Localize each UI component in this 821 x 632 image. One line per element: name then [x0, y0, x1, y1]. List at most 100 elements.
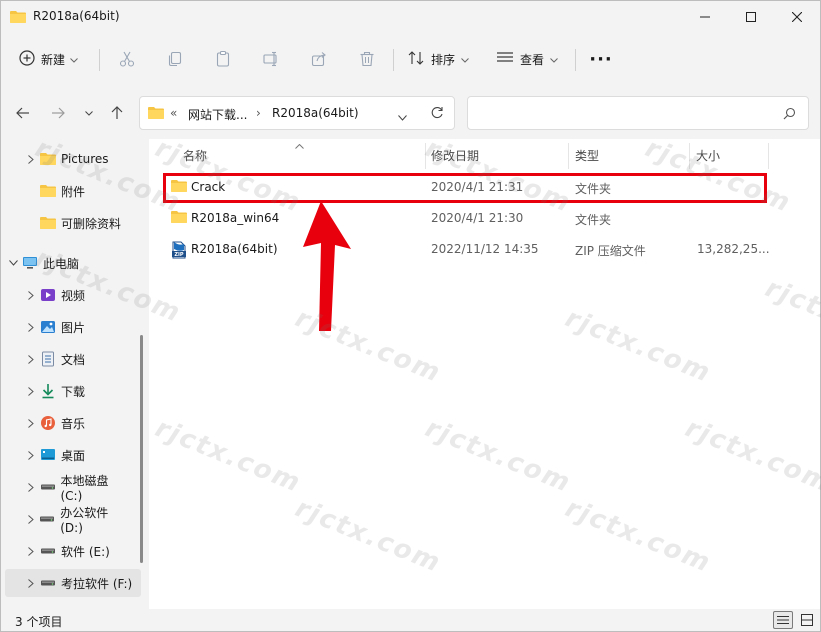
column-separator[interactable]	[425, 143, 426, 169]
nav-item-label: 视频	[61, 288, 86, 303]
download-icon	[39, 382, 57, 400]
nav-item-label: 此电脑	[43, 256, 80, 271]
breadcrumb-item[interactable]: R2018a(64bit)	[272, 106, 359, 120]
title-bar: R2018a(64bit)	[1, 1, 820, 33]
column-separator[interactable]	[768, 143, 769, 169]
breadcrumb-overflow[interactable]: «	[170, 106, 177, 120]
folder-icon	[39, 182, 57, 200]
delete-icon[interactable]	[357, 49, 377, 69]
share-icon[interactable]	[309, 49, 329, 69]
svg-text:ZIP: ZIP	[174, 252, 183, 258]
chevron-right-icon[interactable]	[23, 546, 39, 556]
chevron-down-icon	[70, 52, 78, 66]
maximize-button[interactable]	[728, 1, 774, 33]
nav-item[interactable]: 软件 (E:)	[5, 537, 133, 565]
recent-locations-button[interactable]	[77, 101, 101, 125]
navigation-scrollbar[interactable]	[140, 335, 143, 563]
plus-circle-icon	[19, 49, 35, 69]
tiles-view-button[interactable]	[797, 611, 817, 629]
file-list: 名称 修改日期 类型 大小 Crack 2020/4/1 21:31 文件夹 R201…	[149, 139, 820, 609]
chevron-right-icon[interactable]	[23, 386, 39, 396]
minimize-button[interactable]	[682, 1, 728, 33]
arrow-annotation	[303, 201, 351, 331]
file-row[interactable]: R2018a_win64 2020/4/1 21:30 文件夹	[163, 204, 769, 234]
column-header-size[interactable]: 大小	[696, 139, 720, 171]
drive-icon	[39, 478, 57, 496]
new-button-label: 新建	[41, 52, 66, 67]
toolbar-separator	[99, 49, 100, 71]
breadcrumb-item[interactable]: 网站下载...	[188, 106, 247, 123]
toolbar-separator	[575, 49, 576, 71]
chevron-right-icon[interactable]	[23, 154, 39, 164]
explorer-window: R2018a(64bit) 新建 排序 查看 ··· « 网站下载... › R…	[0, 0, 821, 632]
file-row[interactable]: ZIP R2018a(64bit) 2022/11/12 14:35 ZIP 压缩文件…	[163, 235, 770, 265]
nav-item[interactable]: 本地磁盘 (C:)	[5, 473, 133, 503]
nav-item[interactable]: 下载	[5, 377, 133, 405]
paste-icon[interactable]	[213, 49, 233, 69]
chevron-right-icon[interactable]	[23, 418, 39, 428]
sort-button-label: 排序	[431, 52, 456, 67]
chevron-right-icon[interactable]	[23, 290, 39, 300]
refresh-icon[interactable]	[430, 106, 444, 123]
column-separator[interactable]	[568, 143, 569, 169]
document-icon	[39, 350, 57, 368]
navigation-pane: Pictures 附件可删除资料此电脑视频图片文档下载音乐桌面本地磁盘 (C:) 办…	[1, 139, 149, 609]
nav-item[interactable]: 附件	[5, 177, 133, 205]
nav-item[interactable]: Pictures	[5, 145, 133, 173]
chevron-down-icon	[550, 52, 558, 66]
music-icon	[39, 414, 57, 432]
copy-icon[interactable]	[165, 49, 185, 69]
chevron-down-icon[interactable]	[5, 260, 21, 266]
rename-icon[interactable]	[261, 49, 281, 69]
chevron-right-icon[interactable]	[23, 354, 39, 364]
search-box[interactable]	[467, 96, 809, 130]
details-view-button[interactable]	[773, 611, 793, 629]
chevron-right-icon[interactable]	[23, 482, 39, 492]
nav-item-label: 文档	[61, 352, 86, 367]
file-name: R2018a(64bit)	[191, 242, 278, 256]
desktop-icon	[39, 446, 57, 464]
column-separator[interactable]	[689, 143, 690, 169]
cut-icon[interactable]	[117, 49, 137, 69]
window-title: R2018a(64bit)	[33, 9, 120, 23]
up-button[interactable]	[105, 101, 129, 125]
chevron-down-icon[interactable]	[398, 110, 407, 124]
back-button[interactable]	[11, 101, 35, 125]
chevron-right-icon[interactable]	[23, 322, 39, 332]
forward-button[interactable]	[46, 101, 70, 125]
close-button[interactable]	[774, 1, 820, 33]
sort-icon	[407, 50, 425, 69]
folder-icon	[39, 150, 57, 168]
column-header-name[interactable]: 名称	[183, 139, 207, 171]
nav-item[interactable]: 视频	[5, 281, 133, 309]
nav-item[interactable]: 文档	[5, 345, 133, 373]
chevron-right-icon[interactable]	[23, 450, 39, 460]
file-size: 13,282,25...	[697, 242, 770, 256]
more-options-button[interactable]: ···	[587, 49, 615, 70]
file-type: 文件夹	[575, 213, 612, 227]
nav-item-label: 桌面	[61, 448, 86, 463]
nav-item[interactable]: 此电脑	[5, 249, 133, 277]
highlight-box	[163, 173, 767, 203]
address-bar[interactable]: « 网站下载... › R2018a(64bit)	[139, 96, 455, 130]
chevron-right-icon[interactable]	[23, 514, 39, 524]
drive-icon	[39, 574, 57, 592]
nav-item[interactable]: 办公软件 (D:)	[5, 505, 133, 535]
nav-item[interactable]: 图片	[5, 313, 133, 341]
view-button-label: 查看	[520, 52, 545, 67]
nav-item-label: 图片	[61, 320, 86, 335]
file-modified: 2022/11/12 14:35	[431, 242, 539, 256]
view-button[interactable]: 查看	[496, 45, 558, 73]
nav-item[interactable]: 考拉软件 (F:)	[5, 569, 141, 597]
new-button[interactable]: 新建	[19, 45, 78, 73]
nav-item[interactable]: 可删除资料	[5, 209, 133, 237]
column-header-type[interactable]: 类型	[575, 139, 599, 171]
chevron-right-icon[interactable]	[23, 578, 39, 588]
list-view-icon	[496, 51, 514, 68]
sort-button[interactable]: 排序	[407, 45, 469, 73]
column-header-modified[interactable]: 修改日期	[431, 139, 479, 171]
file-modified: 2020/4/1 21:30	[431, 211, 524, 225]
image-icon	[39, 318, 57, 336]
nav-item[interactable]: 音乐	[5, 409, 133, 437]
nav-item[interactable]: 桌面	[5, 441, 133, 469]
